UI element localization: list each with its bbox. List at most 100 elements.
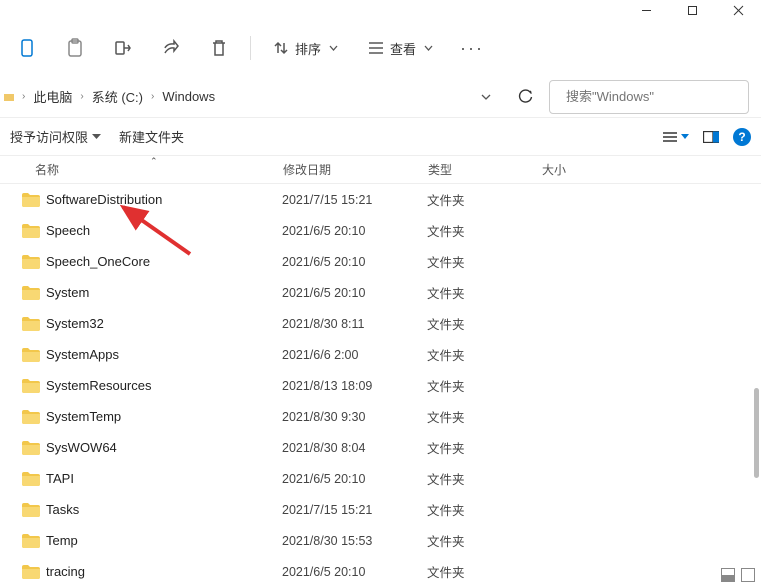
view-mode-thumbnails-icon[interactable] <box>741 568 755 582</box>
table-row[interactable]: SoftwareDistribution2021/7/15 15:21文件夹 <box>0 184 761 215</box>
chevron-down-icon <box>681 134 689 139</box>
file-name: SystemApps <box>46 347 282 362</box>
view-toggle-list[interactable] <box>663 131 689 143</box>
file-date: 2021/6/6 2:00 <box>282 348 427 362</box>
table-row[interactable]: Speech2021/6/5 20:10文件夹 <box>0 215 761 246</box>
minimize-button[interactable] <box>623 0 669 20</box>
new-folder-button[interactable]: 新建文件夹 <box>119 127 184 146</box>
delete-button[interactable] <box>202 31 236 65</box>
file-name: Tasks <box>46 502 282 517</box>
file-name: SysWOW64 <box>46 440 282 455</box>
breadcrumb-dropdown[interactable] <box>477 94 495 100</box>
chevron-down-icon <box>92 134 101 139</box>
window-titlebar <box>0 0 761 20</box>
sort-indicator-icon: ⌃ <box>150 156 158 167</box>
chevron-down-icon <box>424 45 433 51</box>
file-name: SoftwareDistribution <box>46 192 282 207</box>
paste-button[interactable] <box>58 31 92 65</box>
crumb-0[interactable]: 此电脑 <box>33 87 72 106</box>
view-mode-details-icon[interactable] <box>721 568 735 582</box>
view-button[interactable]: 查看 <box>360 35 441 62</box>
file-type: 文件夹 <box>427 469 541 488</box>
new-folder-label: 新建文件夹 <box>119 127 184 146</box>
chevron-right-icon: › <box>151 91 154 102</box>
file-name: Temp <box>46 533 282 548</box>
file-type: 文件夹 <box>427 221 541 240</box>
file-date: 2021/8/13 18:09 <box>282 379 427 393</box>
file-date: 2021/6/5 20:10 <box>282 286 427 300</box>
table-row[interactable]: tracing2021/6/5 20:10文件夹 <box>0 556 761 584</box>
preview-pane-button[interactable] <box>703 131 719 143</box>
help-button[interactable]: ? <box>733 128 751 146</box>
table-row[interactable]: Temp2021/8/30 15:53文件夹 <box>0 525 761 556</box>
file-type: 文件夹 <box>427 283 541 302</box>
file-type: 文件夹 <box>427 376 541 395</box>
file-type: 文件夹 <box>427 314 541 333</box>
separator <box>250 36 251 60</box>
file-date: 2021/7/15 15:21 <box>282 503 427 517</box>
close-button[interactable] <box>715 0 761 20</box>
table-row[interactable]: TAPI2021/6/5 20:10文件夹 <box>0 463 761 494</box>
file-name: SystemResources <box>46 378 282 393</box>
file-date: 2021/8/30 8:04 <box>282 441 427 455</box>
file-name: Speech <box>46 223 282 238</box>
address-row: › 此电脑 › 系统 (C:) › Windows <box>0 76 761 118</box>
table-row[interactable]: SystemApps2021/6/6 2:00文件夹 <box>0 339 761 370</box>
table-row[interactable]: Tasks2021/7/15 15:21文件夹 <box>0 494 761 525</box>
file-name: tracing <box>46 564 282 579</box>
table-row[interactable]: System2021/6/5 20:10文件夹 <box>0 277 761 308</box>
col-header-size[interactable]: 大小 <box>542 161 761 178</box>
col-header-name[interactable]: 名称 <box>35 161 283 178</box>
file-name: SystemTemp <box>46 409 282 424</box>
refresh-button[interactable] <box>511 83 539 111</box>
breadcrumb[interactable]: › 此电脑 › 系统 (C:) › Windows <box>0 81 539 113</box>
column-headers: ⌃ 名称 修改日期 类型 大小 <box>0 156 761 184</box>
search-box[interactable] <box>549 80 749 114</box>
table-row[interactable]: System322021/8/30 8:11文件夹 <box>0 308 761 339</box>
view-label: 查看 <box>390 39 416 58</box>
file-date: 2021/7/15 15:21 <box>282 193 427 207</box>
sort-button[interactable]: 排序 <box>265 35 346 62</box>
file-name: Speech_OneCore <box>46 254 282 269</box>
copy-button[interactable] <box>10 31 44 65</box>
file-date: 2021/8/30 15:53 <box>282 534 427 548</box>
file-type: 文件夹 <box>427 407 541 426</box>
table-row[interactable]: SysWOW642021/8/30 8:04文件夹 <box>0 432 761 463</box>
crumb-1[interactable]: 系统 (C:) <box>92 87 143 106</box>
permissions-label: 授予访问权限 <box>10 127 88 146</box>
file-name: System <box>46 285 282 300</box>
file-date: 2021/8/30 8:11 <box>282 317 427 331</box>
file-date: 2021/6/5 20:10 <box>282 224 427 238</box>
file-name: TAPI <box>46 471 282 486</box>
crumb-2[interactable]: Windows <box>162 89 215 104</box>
file-type: 文件夹 <box>427 345 541 364</box>
permissions-button[interactable]: 授予访问权限 <box>10 127 101 146</box>
more-button[interactable]: ··· <box>455 31 489 65</box>
maximize-button[interactable] <box>669 0 715 20</box>
file-date: 2021/6/5 20:10 <box>282 255 427 269</box>
file-type: 文件夹 <box>427 531 541 550</box>
main-toolbar: 排序 查看 ··· <box>0 20 761 76</box>
file-name: System32 <box>46 316 282 331</box>
file-type: 文件夹 <box>427 438 541 457</box>
chevron-right-icon: › <box>80 91 83 102</box>
scrollbar-thumb[interactable] <box>754 388 759 478</box>
sub-toolbar: 授予访问权限 新建文件夹 ? <box>0 118 761 156</box>
file-list[interactable]: SoftwareDistribution2021/7/15 15:21文件夹Sp… <box>0 184 761 584</box>
search-input[interactable] <box>566 89 742 104</box>
breadcrumb-root-icon <box>4 91 14 103</box>
col-header-type[interactable]: 类型 <box>428 161 542 178</box>
sort-label: 排序 <box>295 39 321 58</box>
table-row[interactable]: SystemResources2021/8/13 18:09文件夹 <box>0 370 761 401</box>
cut-button[interactable] <box>106 31 140 65</box>
chevron-down-icon <box>329 45 338 51</box>
col-header-date[interactable]: 修改日期 <box>283 161 428 178</box>
table-row[interactable]: Speech_OneCore2021/6/5 20:10文件夹 <box>0 246 761 277</box>
share-button[interactable] <box>154 31 188 65</box>
file-type: 文件夹 <box>427 190 541 209</box>
table-row[interactable]: SystemTemp2021/8/30 9:30文件夹 <box>0 401 761 432</box>
file-type: 文件夹 <box>427 500 541 519</box>
file-date: 2021/8/30 9:30 <box>282 410 427 424</box>
file-date: 2021/6/5 20:10 <box>282 565 427 579</box>
file-type: 文件夹 <box>427 252 541 271</box>
